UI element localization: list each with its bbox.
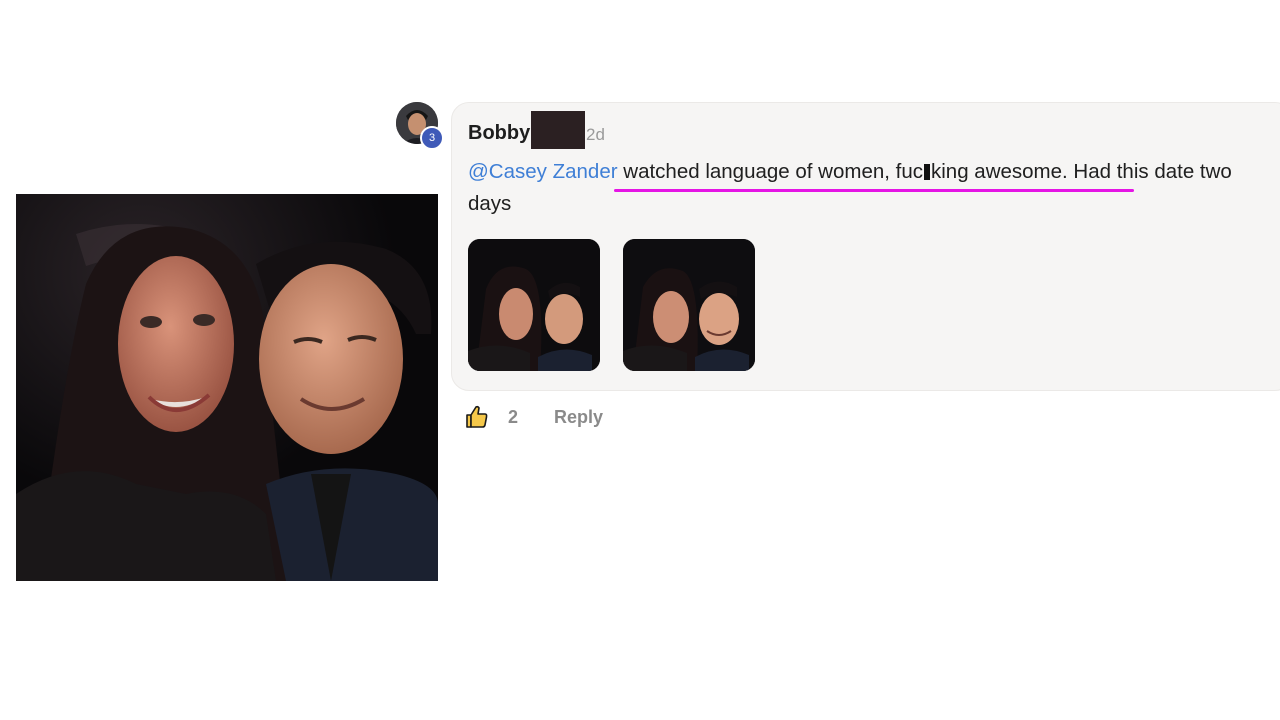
attached-image-1[interactable] (468, 239, 600, 371)
thumbs-up-icon[interactable] (464, 404, 489, 429)
redacted-surname-box (531, 111, 585, 149)
comment-timestamp: 2d (586, 125, 605, 144)
like-count: 2 (508, 407, 519, 427)
reply-button[interactable]: Reply (554, 407, 603, 428)
highlight-underline (614, 189, 1134, 192)
text-cursor-block (924, 164, 930, 180)
screenshot-stage: 3 Bobby 2d @Casey Zander watched languag… (0, 0, 1280, 720)
author-name[interactable]: Bobby (468, 122, 530, 145)
attached-image-2[interactable] (623, 239, 755, 371)
comment-body: @Casey Zander watched language of women,… (468, 156, 1268, 220)
couple-selfie-photo (16, 194, 438, 581)
comment-text-part-1: watched language of women, fuc (617, 160, 923, 183)
level-badge: 3 (420, 126, 444, 150)
user-mention-link[interactable]: @Casey Zander (468, 160, 618, 183)
